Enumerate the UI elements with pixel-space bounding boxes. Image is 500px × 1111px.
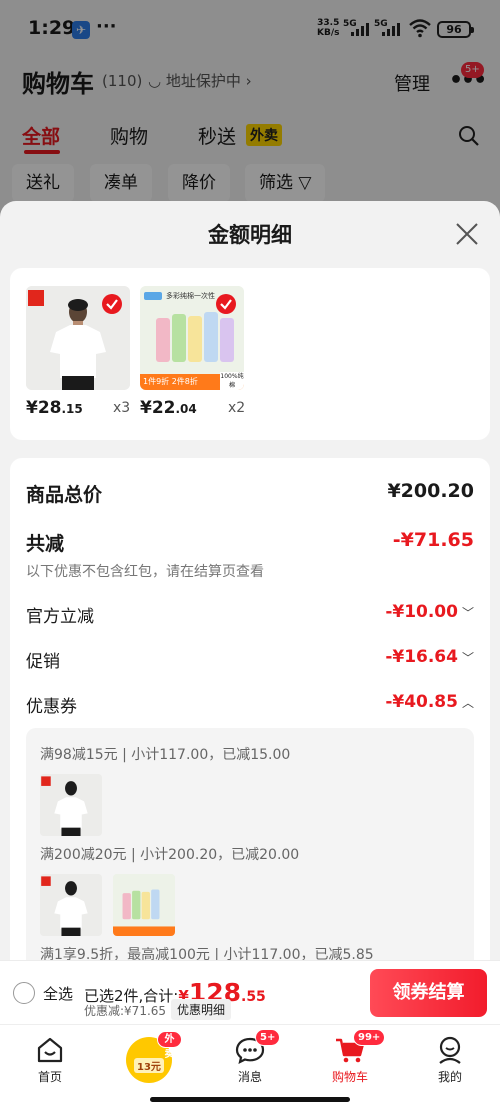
promotion-label: 促销	[26, 652, 60, 672]
discount-amount: 优惠减:¥71.65	[84, 1004, 167, 1018]
goods-price: ¥22.04	[140, 398, 197, 418]
profile-icon	[439, 1036, 461, 1064]
goods-price-main: ¥28	[26, 398, 62, 418]
nav-takeout[interactable]: 13元 外卖	[112, 1025, 182, 1105]
takeout-badge: 外卖	[157, 1031, 182, 1060]
goods-price: ¥28.15	[26, 398, 83, 418]
coupon-detail-box: 满98减15元 | 小计117.00，已减15.00 满200减20元 | 小计…	[26, 728, 474, 978]
total-price-value: ¥200.20	[387, 480, 474, 502]
coupon-row[interactable]: -¥40.85 ︿	[385, 692, 474, 712]
official-discount-row[interactable]: -¥10.00 ﹀	[385, 602, 474, 622]
towel-product-image: 多彩纯棉一次性 1件9折 2件8折 100%纯棉	[140, 286, 244, 390]
goods-price-main: ¥22	[140, 398, 176, 418]
coupon-line-1: 满98减15元 | 小计117.00，已减15.00	[40, 747, 291, 763]
coupon-label: 优惠券	[26, 697, 77, 717]
nav-home[interactable]: 首页	[15, 1025, 85, 1105]
chevron-up-icon: ︿	[461, 696, 474, 710]
towel-mini-image	[113, 874, 175, 936]
total-price-label: 商品总价	[26, 484, 103, 506]
selected-goods-card: ¥28.15 x3 多彩纯棉一次性 1件9折 2件8折 100%纯棉 ¥22.0…	[10, 268, 490, 440]
checkout-bar: 全选 已选2件,合计:¥128.55 优惠减:¥71.65 优惠明细 领券结算	[0, 960, 500, 1024]
home-indicator[interactable]	[150, 1097, 350, 1102]
goods-quantity: x2	[228, 400, 246, 416]
nav-mine[interactable]: 我的	[415, 1025, 485, 1105]
nav-messages[interactable]: 5+ 消息	[215, 1025, 285, 1105]
coupon-line-2: 满200减20元 | 小计200.20，已减20.00	[40, 847, 300, 863]
home-icon	[37, 1037, 63, 1063]
promotion-value: -¥16.64	[385, 647, 458, 667]
nav-home-label: 首页	[37, 1070, 62, 1084]
select-all-checkbox[interactable]	[13, 982, 35, 1004]
chevron-down-icon: ﹀	[461, 651, 474, 665]
tshirt-mini-image	[40, 774, 102, 836]
goods-price-decimal: .04	[175, 402, 197, 416]
takeout-coupon-amount: 13元	[134, 1058, 164, 1073]
goods-item-towel[interactable]: 多彩纯棉一次性 1件9折 2件8折 100%纯棉 ¥22.04 x2	[140, 286, 246, 418]
promotion-row[interactable]: -¥16.64 ﹀	[385, 647, 474, 667]
chevron-down-icon: ﹀	[461, 606, 474, 620]
official-discount-value: -¥10.00	[385, 602, 458, 622]
tshirt-product-image	[26, 286, 130, 390]
discount-detail-button[interactable]: 优惠明细	[171, 999, 232, 1020]
total-amount-decimal: .55	[241, 989, 266, 1005]
cart-badge: 99+	[353, 1029, 386, 1046]
towel-pack-title: 多彩纯棉一次性	[166, 292, 215, 300]
nav-mine-label: 我的	[437, 1070, 462, 1084]
tshirt-mini-image	[40, 874, 102, 936]
goods-item-tshirt[interactable]: ¥28.15 x3	[26, 286, 132, 418]
coupon-value: -¥40.85	[385, 692, 458, 712]
messages-badge: 5+	[255, 1029, 281, 1046]
cotton-label: 100%纯棉	[220, 372, 244, 390]
selected-check-icon	[102, 294, 122, 314]
nav-cart[interactable]: 99+ 购物车	[315, 1025, 386, 1105]
reduce-note: 以下优惠不包含红包，请在结算页查看	[26, 564, 264, 580]
selected-check-icon	[216, 294, 236, 314]
promo-banner-text: 1件9折 2件8折	[143, 377, 198, 386]
select-all-label[interactable]: 全选	[43, 983, 73, 1004]
nav-cart-label: 购物车	[331, 1070, 368, 1084]
checkout-button[interactable]: 领券结算	[370, 969, 487, 1017]
nav-messages-label: 消息	[237, 1070, 262, 1084]
goods-price-decimal: .15	[61, 402, 83, 416]
sheet-title: 金额明细	[208, 223, 292, 247]
total-reduce-label: 共减	[26, 533, 65, 555]
goods-quantity: x3	[113, 400, 131, 416]
close-icon[interactable]	[455, 222, 479, 246]
total-reduce-value: -¥71.65	[392, 529, 474, 551]
official-discount-label: 官方立减	[26, 607, 94, 627]
